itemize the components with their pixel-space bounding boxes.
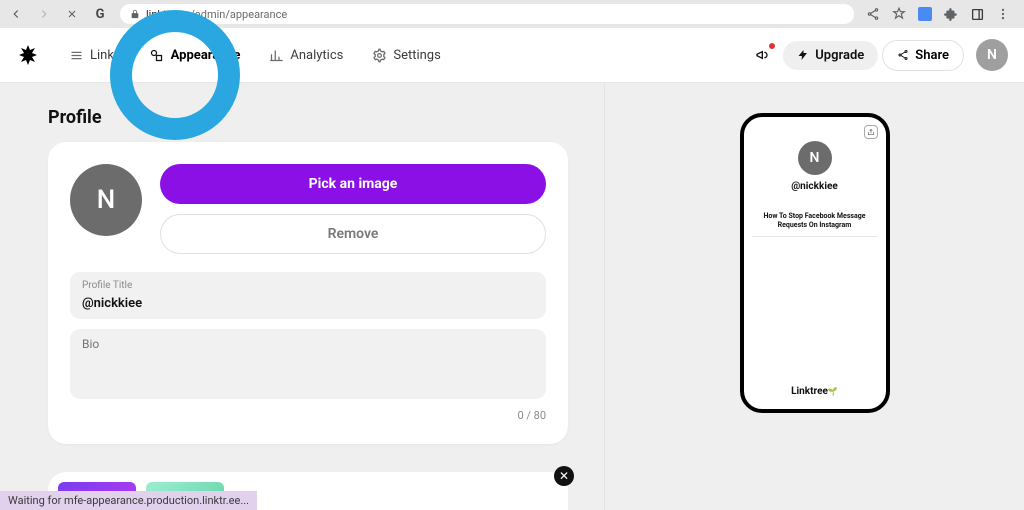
url-path: /admin/appearance: [190, 8, 287, 21]
url-host: linktr.ee: [146, 8, 184, 21]
preview-share-icon[interactable]: [864, 125, 878, 139]
bar-chart-icon: [268, 47, 284, 63]
nav-analytics[interactable]: Analytics: [256, 41, 355, 69]
profile-card: N Pick an image Remove Profile Title 0 /…: [48, 142, 568, 444]
preview-handle: @nickkiee: [752, 181, 878, 192]
pick-image-button[interactable]: Pick an image: [160, 164, 546, 204]
browser-toolbar: G linktr.ee/admin/appearance: [0, 0, 1024, 28]
account-avatar[interactable]: N: [976, 39, 1008, 71]
browser-status-text: Waiting for mfe-appearance.production.li…: [0, 491, 257, 510]
preview-link-item[interactable]: How To Stop Facebook Message Requests On…: [752, 206, 878, 237]
preview-footer-brand: Linktree🌱: [744, 386, 886, 397]
extension-icon-1[interactable]: [918, 7, 932, 21]
stop-reload-button[interactable]: [64, 6, 80, 22]
lock-icon: [130, 9, 140, 19]
bio-textarea[interactable]: [82, 337, 534, 391]
gear-icon: [371, 47, 387, 63]
app-top-nav: Links Appearance Analytics Settings Upgr…: [0, 28, 1024, 83]
profile-title-label: Profile Title: [82, 280, 534, 291]
bookmark-star-icon[interactable]: [892, 7, 906, 21]
share-button[interactable]: Share: [882, 40, 964, 71]
nav-settings[interactable]: Settings: [359, 41, 452, 69]
notification-dot-icon: [769, 43, 775, 49]
bio-field[interactable]: [70, 329, 546, 399]
share-browser-icon[interactable]: [866, 7, 880, 21]
notifications-button[interactable]: [753, 45, 773, 65]
close-themes-button[interactable]: ✕: [554, 466, 574, 486]
nav-label: Links: [90, 48, 121, 63]
upgrade-label: Upgrade: [815, 48, 864, 63]
phone-preview: N @nickkiee How To Stop Facebook Message…: [740, 113, 890, 413]
extensions-puzzle-icon[interactable]: [944, 7, 958, 21]
linktree-logo[interactable]: [16, 43, 40, 67]
profile-title-input[interactable]: [82, 296, 534, 311]
preview-panel: N @nickkiee How To Stop Facebook Message…: [604, 83, 1024, 510]
preview-avatar: N: [798, 141, 832, 175]
nav-appearance[interactable]: Appearance: [137, 41, 253, 69]
workspace: Profile N Pick an image Remove Profile T…: [0, 83, 1024, 510]
lines-icon: [68, 47, 84, 63]
nav-links[interactable]: Links: [56, 41, 133, 69]
profile-title-field[interactable]: Profile Title: [70, 272, 546, 319]
window-icon[interactable]: [970, 7, 984, 21]
forward-button[interactable]: [36, 6, 52, 22]
tree-icon: 🌱: [828, 387, 838, 396]
upgrade-button[interactable]: Upgrade: [783, 41, 878, 70]
nav-label: Analytics: [290, 48, 343, 63]
share-label: Share: [915, 48, 949, 63]
remove-image-button[interactable]: Remove: [160, 214, 546, 254]
search-engine-icon[interactable]: G: [92, 6, 108, 22]
nav-label: Settings: [393, 48, 440, 63]
editor-panel: Profile N Pick an image Remove Profile T…: [0, 83, 604, 510]
browser-menu-icon[interactable]: [996, 7, 1010, 21]
back-button[interactable]: [8, 6, 24, 22]
profile-section-title: Profile: [48, 107, 568, 128]
profile-avatar[interactable]: N: [70, 164, 142, 236]
nav-label: Appearance: [171, 48, 241, 63]
bio-char-counter: 0 / 80: [70, 409, 546, 422]
shapes-icon: [149, 47, 165, 63]
address-bar[interactable]: linktr.ee/admin/appearance: [120, 4, 854, 24]
